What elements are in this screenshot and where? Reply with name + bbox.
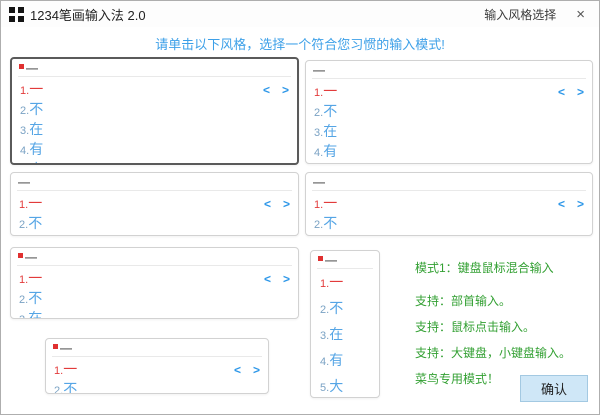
candidate-row: 1.一 2.不 3.在 4.有 5.大 < >: [12, 77, 297, 163]
page-next-icon: >: [282, 272, 290, 286]
candidate-item: 5.大: [20, 159, 43, 163]
candidate-pager: < >: [234, 363, 260, 377]
candidate-pager: < >: [264, 197, 290, 211]
style-panel-vertical-list[interactable]: — 1.一 2.不 3.在 4.有 5.大 < >: [310, 250, 380, 398]
candidate-item: 5.大: [320, 378, 344, 394]
instruction-text: 请单击以下风格，选择一个符合您习惯的输入模式!: [155, 37, 445, 52]
page-prev-icon: <: [263, 272, 271, 286]
candidate-pager: < >: [558, 197, 584, 211]
style-panel-mixed-input[interactable]: — 1.一2.不3.在4.有5.大 < > Q十W艹E扌R土T木Y广U王I车O非…: [10, 57, 299, 165]
candidate-item: 1. 一: [54, 361, 78, 377]
composition-mark: —: [325, 253, 337, 267]
composition-bar: —: [311, 251, 379, 267]
page-next-icon: >: [576, 85, 584, 99]
page-next-icon: >: [252, 363, 260, 377]
style-panel-mouse-strokes[interactable]: — 1.一2.不3.在4.有5.大 < > ←一丨丿丶乙通配分词符号清除: [305, 172, 593, 236]
candidate-item: 3.在: [19, 310, 43, 319]
candidate-item: 2. 不: [54, 381, 78, 394]
composition-mark: —: [18, 175, 30, 189]
candidate-row: 1.一2.不3.在4.有5.大 < >: [11, 191, 298, 235]
candidate-item: 1. 一: [320, 274, 344, 290]
composition-bar: —: [11, 173, 298, 189]
candidate-item: 2. 不: [314, 103, 338, 119]
style-panel-compact-bar[interactable]: — 1.一2.不3.在4.有5.大 < >: [45, 338, 269, 394]
page-next-icon: >: [576, 197, 584, 211]
composition-indicator: [18, 253, 23, 258]
candidate-pager: < >: [311, 396, 379, 397]
candidate-row: 1.一 2.不 3.在 4.有 5.大 < >: [306, 79, 592, 163]
style-panel-radical-board[interactable]: — 1.一2.不3.在4.有5.大 < > 十艹扌土木广王车非雨 卜口目士歹石匚…: [305, 60, 593, 164]
candidate-item: 4. 有: [314, 143, 338, 159]
candidate-item: 1. 一: [19, 270, 43, 286]
candidate-item: 3.在: [314, 233, 337, 235]
candidate-item: 1. 一: [20, 81, 44, 97]
composition-bar: —: [12, 59, 297, 75]
page-prev-icon: <: [557, 85, 565, 99]
style-panel-letter-keys[interactable]: — 1.一2.不3.在4.有5.大 < > ←A一S丨D丿F丶G乙Z通配X分词~…: [10, 172, 299, 236]
candidate-pager: < >: [558, 85, 584, 99]
mode-feature-3: 支持：大键盘，小键盘输入。: [415, 346, 572, 360]
style-panel-numpad-strokes[interactable]: — 1.一2.不3.在4.有5.大 < > .←1一2丨3丿4丶5乙*通配6分词…: [10, 247, 299, 319]
candidate-row: 1.一2.不3.在4.有5.大 < >: [46, 357, 268, 394]
candidate-item: 3.在: [19, 233, 42, 235]
composition-mark: —: [313, 175, 325, 189]
composition-bar: —: [46, 339, 268, 355]
composition-indicator: [19, 64, 24, 69]
page-next-icon: >: [282, 197, 290, 211]
candidate-pager: < >: [264, 272, 290, 286]
mode-feature-2: 支持：鼠标点击输入。: [415, 320, 536, 334]
candidate-row: 1.一2.不3.在4.有5.大 < >: [306, 191, 592, 235]
page-prev-icon: <: [262, 83, 270, 97]
composition-indicator: [318, 256, 323, 261]
composition-bar: —: [11, 248, 298, 264]
candidate-list-vertical: 1. 一 2. 不 3. 在 4. 有 5. 大: [311, 269, 379, 396]
page-prev-icon: <: [233, 363, 241, 377]
candidate-item: 1. 一: [314, 83, 338, 99]
candidate-item: 2. 不: [320, 300, 344, 316]
page-next-icon: >: [281, 83, 289, 97]
candidate-item: 4. 有: [320, 352, 344, 368]
composition-bar: —: [306, 61, 592, 77]
page-prev-icon: <: [557, 197, 565, 211]
composition-mark: —: [60, 341, 72, 355]
candidate-item: 1. 一: [19, 195, 43, 211]
composition-mark: —: [313, 63, 325, 77]
candidate-item: 4. 有: [20, 141, 44, 157]
candidate-item: 3.在: [20, 121, 44, 137]
candidate-item: 5.大: [314, 161, 337, 163]
style-select-label: 输入风格选择: [484, 7, 557, 22]
candidate-item: 3.在: [320, 326, 344, 342]
candidate-pager: < >: [263, 83, 289, 97]
candidate-item: 3.在: [314, 123, 338, 139]
candidate-row: 1.一2.不3.在4.有5.大 < >: [11, 266, 298, 319]
candidate-item: 2. 不: [19, 290, 43, 306]
candidate-item: 2. 不: [19, 215, 43, 231]
mode-feature-1: 支持：部首输入。: [415, 294, 512, 308]
composition-mark: —: [26, 61, 38, 75]
composition-indicator: [53, 344, 58, 349]
close-icon[interactable]: ×: [572, 5, 589, 24]
mode-title: 模式1：键盘鼠标混合输入: [415, 261, 554, 275]
candidate-item: 2. 不: [314, 215, 338, 231]
confirm-button[interactable]: 确认: [520, 375, 588, 402]
app-title: 1234笔画输入法 2.0: [30, 7, 146, 23]
candidate-item: 1. 一: [314, 195, 338, 211]
title-bar: 1234笔画输入法 2.0 输入风格选择 ×: [1, 1, 599, 27]
candidate-item: 2. 不: [20, 101, 44, 117]
composition-mark: —: [25, 250, 37, 264]
composition-bar: —: [306, 173, 592, 189]
app-icon: [9, 6, 24, 22]
page-prev-icon: <: [263, 197, 271, 211]
